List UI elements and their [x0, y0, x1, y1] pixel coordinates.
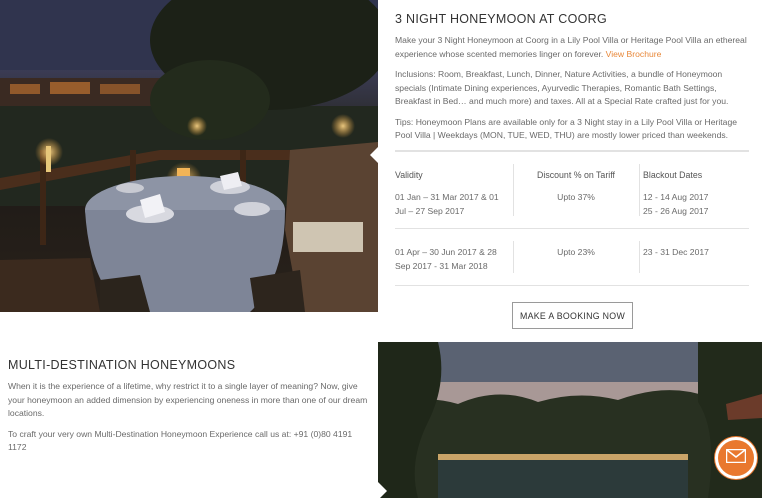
panel-pointer — [378, 482, 387, 498]
offer-title: 3 NIGHT HONEYMOON AT COORG — [395, 12, 607, 26]
forest-pool-photo — [378, 342, 762, 498]
validity-line: 01 Jan – 31 Mar 2017 & 01 — [395, 192, 499, 202]
column-divider — [639, 241, 640, 273]
offer-panel: 3 NIGHT HONEYMOON AT COORG Make your 3 N… — [395, 12, 750, 150]
blackout-line: 25 - 26 Aug 2017 — [643, 206, 709, 216]
validity-cell: 01 Apr – 30 Jun 2017 & 28 Sep 2017 - 31 … — [395, 245, 507, 273]
validity-line: 01 Apr – 30 Jun 2017 & 28 — [395, 247, 497, 257]
offer-tips: Tips: Honeymoon Plans are available only… — [395, 116, 738, 141]
blackout-cell: 12 - 14 Aug 2017 25 - 26 Aug 2017 — [643, 190, 749, 218]
panel-pointer — [370, 146, 379, 164]
multi-destination-title: MULTI-DESTINATION HONEYMOONS — [8, 358, 236, 372]
table-row: 01 Apr – 30 Jun 2017 & 28 Sep 2017 - 31 … — [395, 229, 749, 286]
multi-destination-panel: MULTI-DESTINATION HONEYMOONS When it is … — [8, 358, 368, 462]
honeymoon-dinner-photo — [0, 0, 378, 312]
make-booking-button[interactable]: MAKE A BOOKING NOW — [512, 302, 633, 329]
discount-cell: Upto 37% — [557, 192, 595, 202]
table-row: 01 Jan – 31 Mar 2017 & 01 Jul – 27 Sep 2… — [395, 152, 749, 229]
offer-intro-text: Make your 3 Night Honeymoon at Coorg in … — [395, 35, 747, 59]
validity-line: Jul – 27 Sep 2017 — [395, 206, 465, 216]
multi-destination-call: To craft your very own Multi-Destination… — [8, 428, 353, 453]
validity-line: Sep 2017 - 31 Mar 2018 — [395, 261, 488, 271]
blackout-cell: 23 - 31 Dec 2017 — [643, 245, 749, 259]
column-divider — [513, 241, 514, 273]
offer-intro: Make your 3 Night Honeymoon at Coorg in … — [395, 34, 750, 61]
discount-cell: Upto 23% — [557, 247, 595, 257]
validity-cell: 01 Jan – 31 Mar 2017 & 01 Jul – 27 Sep 2… — [395, 190, 507, 218]
column-divider — [513, 164, 514, 216]
column-divider — [639, 164, 640, 216]
offer-table: Validity Discount % on Tariff Blackout D… — [395, 150, 749, 286]
offer-inclusions: Inclusions: Room, Breakfast, Lunch, Dinn… — [395, 69, 729, 106]
multi-destination-body: When it is the experience of a lifetime,… — [8, 381, 368, 418]
blackout-line: 23 - 31 Dec 2017 — [643, 247, 709, 257]
view-brochure-link[interactable]: View Brochure — [606, 49, 662, 59]
envelope-icon — [725, 448, 747, 468]
contact-mail-button[interactable] — [715, 437, 757, 479]
blackout-line: 12 - 14 Aug 2017 — [643, 192, 709, 202]
